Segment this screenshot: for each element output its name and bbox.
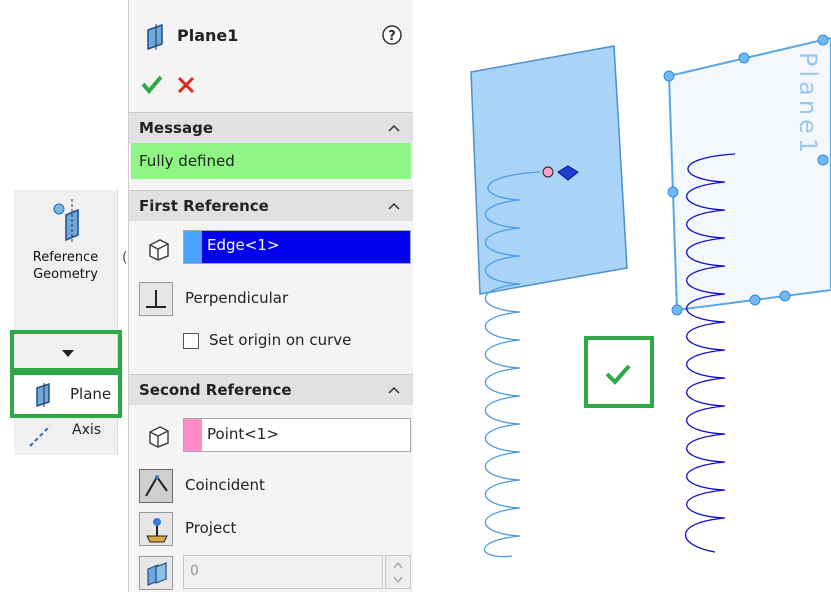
second-reference-selection[interactable]: Point<1> — [183, 418, 411, 452]
help-icon[interactable]: ? — [381, 24, 403, 46]
first-reference-selected-item[interactable]: Edge<1> — [202, 231, 410, 263]
collapse-chevron-icon — [388, 124, 400, 132]
second-reference-selection-text: Point<1> — [207, 425, 279, 443]
message-text: Fully defined — [139, 152, 235, 170]
offset-distance-value: 0 — [190, 563, 199, 579]
reference-geometry-label: Reference Geometry — [32, 250, 99, 282]
collapse-chevron-icon — [388, 202, 400, 210]
plane-menu-item[interactable]: Plane — [10, 371, 122, 418]
second-reference-color-strip — [184, 419, 202, 451]
project-label: Project — [185, 519, 237, 537]
offset-distance-icon — [147, 562, 167, 586]
set-origin-label: Set origin on curve — [209, 331, 352, 349]
second-reference-header[interactable]: Second Reference — [129, 374, 413, 405]
first-reference-color-strip — [184, 231, 202, 263]
svg-text:?: ? — [388, 29, 396, 44]
perpendicular-label: Perpendicular — [185, 289, 289, 307]
message-section-header[interactable]: Message — [129, 112, 413, 143]
first-reference-selection[interactable]: Edge<1> — [183, 230, 411, 264]
axis-item-label: Axis — [72, 422, 102, 438]
plane-name-tag: Plane1 — [794, 52, 822, 157]
second-reference-title: Second Reference — [139, 381, 292, 399]
graphics-viewport[interactable]: Plane1 — [413, 0, 831, 592]
first-reference-header[interactable]: First Reference — [129, 190, 413, 221]
spin-buttons[interactable] — [385, 555, 411, 589]
selected-point-marker[interactable] — [542, 166, 554, 178]
coincident-icon — [145, 475, 168, 497]
coincident-button[interactable] — [139, 469, 173, 503]
plane-item-label: Plane — [70, 385, 112, 403]
message-section-title: Message — [139, 119, 213, 137]
panel-title: Plane1 — [177, 26, 239, 45]
axis-menu-item[interactable]: Axis — [14, 420, 117, 454]
plane-icon — [36, 383, 50, 407]
collapse-chevron-icon — [388, 386, 400, 394]
set-origin-checkbox[interactable] — [183, 333, 199, 349]
axis-icon — [29, 425, 51, 447]
point-selection-icon — [149, 426, 169, 448]
spin-down-icon — [393, 576, 403, 583]
cancel-x-icon[interactable] — [177, 76, 195, 94]
coincident-label: Coincident — [185, 476, 265, 494]
perpendicular-icon — [146, 290, 166, 308]
reference-geometry-icon — [53, 199, 79, 243]
message-status: Fully defined — [131, 143, 411, 179]
first-reference-title: First Reference — [139, 197, 269, 215]
offset-distance-input[interactable]: 0 — [183, 555, 383, 589]
plane-property-manager: Plane1 ? Message Fully defined First Ref… — [128, 0, 413, 592]
reference-geometry-button[interactable]: Reference Geometry — [14, 195, 117, 295]
confirm-box-highlight — [584, 336, 654, 408]
project-icon — [146, 518, 168, 543]
first-reference-selection-text: Edge<1> — [207, 236, 280, 254]
toolbar-partial-next-label: ( — [122, 250, 128, 266]
chevron-down-icon — [62, 350, 74, 357]
plane-title-icon — [147, 24, 163, 50]
project-button[interactable] — [139, 512, 173, 546]
perpendicular-button[interactable] — [139, 282, 173, 316]
edge-selection-icon — [149, 239, 169, 261]
ok-checkmark-icon[interactable] — [141, 74, 163, 94]
spin-up-icon — [393, 562, 403, 569]
offset-distance-button[interactable] — [139, 556, 173, 590]
reference-geometry-dropdown[interactable] — [10, 330, 122, 372]
